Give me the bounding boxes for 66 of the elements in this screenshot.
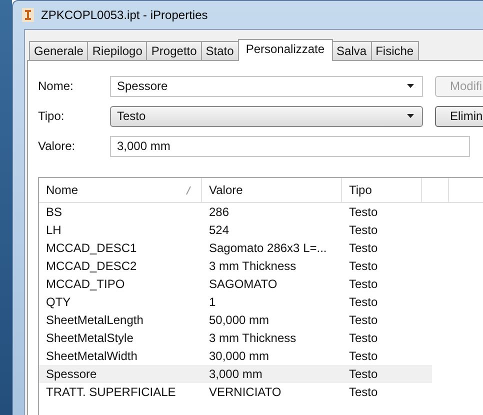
table-cell-text: 524 bbox=[208, 223, 230, 237]
table-cell-text: Testo bbox=[348, 295, 379, 309]
table-cell-text: Spessore bbox=[45, 367, 98, 381]
table-cell-text: SAGOMATO bbox=[208, 277, 278, 291]
input-field[interactable]: 3,000 mm bbox=[110, 136, 470, 156]
table-cell-text: Testo bbox=[348, 367, 379, 381]
table-cell-text: Testo bbox=[348, 385, 379, 399]
table-cell-text: 3 mm Thickness bbox=[208, 331, 298, 345]
table-cell-text: Testo bbox=[348, 259, 379, 273]
table-cell-text: SheetMetalStyle bbox=[45, 331, 134, 345]
action-button[interactable]: Elimin bbox=[435, 106, 483, 126]
column-header[interactable]: Nome bbox=[39, 178, 202, 202]
table-cell-text: 50,000 mm bbox=[208, 313, 270, 327]
table-cell-text: 3 mm Thickness bbox=[208, 259, 298, 273]
table-row[interactable]: QTY 1 Testo bbox=[39, 293, 432, 311]
tab[interactable]: Stato bbox=[200, 41, 239, 60]
table-cell-text: MCCAD_TIPO bbox=[45, 277, 126, 291]
tab[interactable]: Progetto bbox=[146, 41, 202, 60]
tab[interactable]: Fisiche bbox=[370, 41, 419, 60]
table-cell-text: 30,000 mm bbox=[208, 349, 270, 363]
table-cell-text: Sagomato 286x3 L=... bbox=[208, 241, 328, 255]
field-label: Tipo: bbox=[38, 109, 66, 123]
table-cell-text: Testo bbox=[348, 205, 379, 219]
tab[interactable]: Riepilogo bbox=[87, 41, 148, 60]
tab[interactable]: Generale bbox=[29, 41, 88, 60]
column-header[interactable]: Valore bbox=[202, 178, 342, 202]
table-row[interactable]: BS 286 Testo bbox=[39, 203, 432, 221]
table-cell-text: VERNICIATO bbox=[208, 385, 282, 399]
window-title: ZPKCOPL0053.ipt - iProperties bbox=[41, 8, 208, 22]
column-header[interactable]: Tipo bbox=[342, 178, 422, 202]
table-row[interactable]: MCCAD_TIPO SAGOMATO Testo bbox=[39, 275, 432, 293]
table-cell-text: 286 bbox=[208, 205, 230, 219]
table-cell-text: Testo bbox=[348, 241, 379, 255]
table-cell-text: SheetMetalLength bbox=[45, 313, 144, 327]
table-cell-text: Testo bbox=[348, 223, 379, 237]
app-icon bbox=[21, 7, 35, 23]
table-row[interactable]: SheetMetalLength 50,000 mm Testo bbox=[39, 311, 432, 329]
table-cell-text: Testo bbox=[348, 331, 379, 345]
table-cell-text: Testo bbox=[348, 349, 379, 363]
table-cell-text: TRATT. SUPERFICIALE bbox=[45, 385, 177, 399]
table-row[interactable]: MCCAD_DESC2 3 mm Thickness Testo bbox=[39, 257, 432, 275]
tab[interactable]: Salva bbox=[332, 41, 372, 60]
table-cell-text: QTY bbox=[45, 295, 72, 309]
caret-icon bbox=[407, 114, 414, 118]
caret-icon bbox=[407, 84, 414, 88]
table-cell-text: MCCAD_DESC1 bbox=[45, 241, 138, 255]
tab[interactable]: Personalizzate bbox=[238, 39, 333, 61]
table-row[interactable]: SheetMetalStyle 3 mm Thickness Testo bbox=[39, 329, 432, 347]
table-cell-text: MCCAD_DESC2 bbox=[45, 259, 138, 273]
table-cell-text: LH bbox=[45, 223, 62, 237]
sort-icon bbox=[186, 186, 191, 194]
table-row[interactable]: MCCAD_DESC1 Sagomato 286x3 L=... Testo bbox=[39, 239, 432, 257]
table-row[interactable]: SheetMetalWidth 30,000 mm Testo bbox=[39, 347, 432, 365]
table-cell-text: 1 bbox=[208, 295, 217, 309]
table-cell-text: BS bbox=[45, 205, 64, 219]
field-label: Nome: bbox=[38, 79, 74, 93]
table-cell-text: Testo bbox=[348, 277, 379, 291]
table-cell-text: Testo bbox=[348, 313, 379, 327]
field-label: Valore: bbox=[38, 139, 76, 153]
table-row[interactable]: Spessore 3,000 mm Testo bbox=[39, 365, 432, 383]
table-row[interactable]: LH 524 Testo bbox=[39, 221, 432, 239]
table-cell-text: SheetMetalWidth bbox=[45, 349, 138, 363]
table-cell-text: 3,000 mm bbox=[208, 367, 264, 381]
combo-box[interactable]: Spessore bbox=[110, 76, 423, 96]
table-row[interactable]: TRATT. SUPERFICIALE VERNICIATO Testo bbox=[39, 383, 432, 401]
dropdown[interactable]: Testo bbox=[110, 106, 423, 126]
